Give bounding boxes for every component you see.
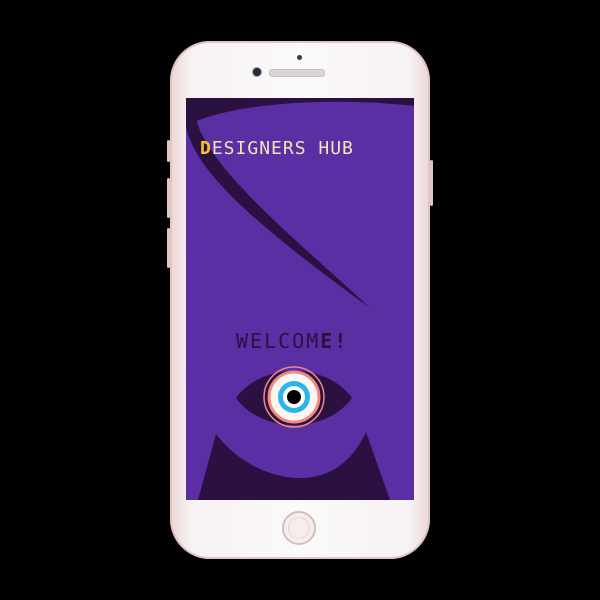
home-button-inner-ring bbox=[288, 517, 310, 539]
app-screen[interactable]: DESIGNERS HUB WELCOME! bbox=[186, 98, 414, 500]
home-button-icon[interactable] bbox=[282, 511, 316, 545]
eye-icon[interactable] bbox=[234, 356, 354, 446]
welcome-accent: E! bbox=[320, 329, 349, 353]
proximity-sensor bbox=[297, 55, 302, 60]
phone-mute-switch bbox=[167, 140, 170, 162]
earpiece-speaker bbox=[269, 69, 325, 77]
app-title-rest: ESIGNERS HUB bbox=[211, 138, 354, 159]
eye-graphic bbox=[236, 366, 352, 428]
app-title: DESIGNERS HUB bbox=[200, 138, 414, 159]
stage: DESIGNERS HUB WELCOME! bbox=[0, 0, 600, 600]
phone-volume-down bbox=[167, 228, 170, 268]
welcome-text: WELCOME! bbox=[236, 329, 396, 353]
app-title-first-letter: D bbox=[200, 138, 212, 159]
phone-power-button bbox=[430, 160, 433, 206]
welcome-main: WELCOM bbox=[236, 329, 321, 353]
front-camera bbox=[252, 67, 262, 77]
eye-pupil bbox=[287, 390, 301, 404]
phone-volume-up bbox=[167, 178, 170, 218]
